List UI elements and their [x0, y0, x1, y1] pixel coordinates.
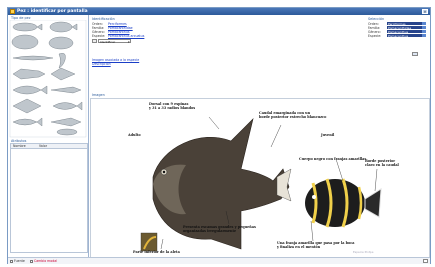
juvenile-fish-icon [305, 178, 382, 228]
body-annotation: Cuerpo negro con franjas amarillas [299, 157, 367, 161]
app-window: Pez : identificar por pantalla ✕ Tipo de… [7, 7, 431, 264]
image-panel-title: Imagen [92, 93, 105, 97]
resize-grip-icon[interactable] [423, 259, 428, 263]
juvenile-label: Juvenil [321, 133, 335, 137]
column-header-value[interactable]: Valor [39, 144, 47, 148]
title-bar: Pez : identificar por pantalla ✕ [8, 8, 430, 15]
watermark: Especie Pintpe [353, 250, 374, 254]
font-label: Fuente [14, 259, 25, 263]
pectoral-annotation: Parte inferior de la aleta [133, 250, 180, 254]
sel-family-dropdown[interactable] [422, 26, 426, 30]
selection-title: Selección [368, 17, 385, 21]
image-panel: Dorsal con 9 espinas y 31 a 33 radios bla… [90, 98, 430, 258]
sel-species-label: Especie: [368, 34, 382, 38]
species-illustration [140, 116, 382, 252]
chevron-down-icon: ▾ [127, 39, 130, 44]
sel-species-dropdown[interactable] [422, 34, 426, 38]
close-button[interactable]: ✕ [422, 9, 428, 14]
apply-icon[interactable] [412, 52, 418, 56]
thumb-flatfish-b-icon [49, 21, 73, 33]
column-header-name[interactable]: Nombre [13, 144, 26, 148]
app-icon [10, 9, 15, 14]
sel-species-field[interactable]: Pomacanthus arcuatus [387, 34, 422, 42]
font-checkbox[interactable] [10, 259, 13, 263]
adult-label: Adulto [128, 133, 141, 137]
fish-type-thumbnails[interactable] [9, 20, 87, 138]
description-link[interactable]: Descripción [92, 62, 111, 66]
status-bar: Fuente Cambio modal [8, 257, 430, 264]
scales-annotation: Presenta escamas grandes y pequeñas organ… [183, 225, 256, 233]
id-species-label: Especie: [92, 34, 106, 38]
stripe-annotation: Una franja amarilla que pasa por la boca… [277, 241, 355, 249]
identification-title: Identificación [92, 17, 115, 21]
modal-checkbox[interactable] [30, 259, 33, 263]
identify-dropdown-value: Identificar [100, 39, 116, 44]
attributes-list[interactable]: Nombre Valor [10, 143, 88, 253]
sel-genus-dropdown[interactable] [422, 30, 426, 34]
modal-label: Cambio modal [34, 259, 58, 263]
caudal-annotation: Caudal emarginada con un borde posterior … [259, 111, 327, 119]
identify-dropdown[interactable]: Identificar ▾ [98, 39, 131, 44]
dorsal-annotation: Dorsal con 9 espinas y 31 a 33 radios bla… [149, 102, 196, 110]
search-icon[interactable] [92, 39, 97, 43]
thumb-flatfish-c-icon [11, 34, 39, 50]
left-panel: Tipo de pez Atributos Nombre Valor [8, 15, 89, 257]
caudal-border-annotation: Borde posterior claro en la caudal [365, 159, 399, 167]
window-title: Pez : identificar por pantalla [17, 8, 88, 14]
thumb-flatfish-a-icon [12, 22, 38, 32]
sel-order-dropdown[interactable] [422, 22, 426, 26]
id-species-link[interactable]: Pomacanthus arcuatus [108, 34, 144, 38]
